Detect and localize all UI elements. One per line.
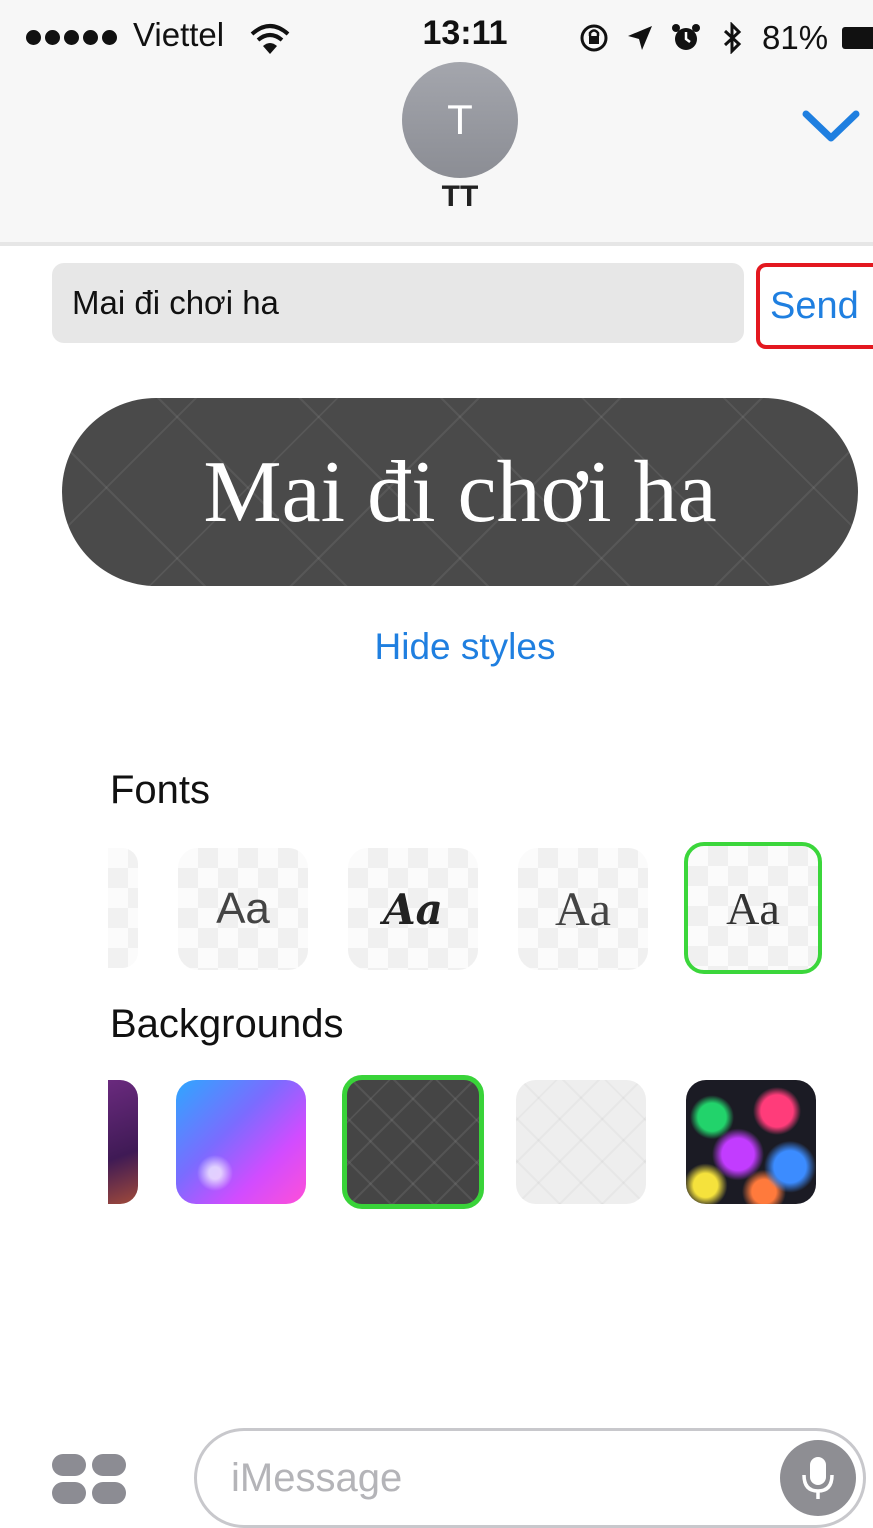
signal-strength-icon [26,30,117,45]
font-option-sans[interactable]: Aa [178,848,308,970]
preview-text: Mai đi chơi ha [203,443,717,541]
rotation-lock-icon [580,24,608,52]
backgrounds-section-title: Backgrounds [110,1002,344,1046]
status-time: 13:11 [422,14,508,52]
font-option-label: Aa [555,882,611,936]
font-option-label: Aa [726,882,780,934]
background-option-purple-nebula[interactable] [108,1080,138,1204]
microphone-icon[interactable] [780,1440,856,1516]
fonts-section-title: Fonts [110,768,211,812]
hide-styles-button[interactable]: Hide styles [300,626,630,668]
background-option-blue-pink-galaxy[interactable] [176,1080,306,1204]
contact-name[interactable]: TT [380,180,540,214]
battery-icon [842,27,873,49]
imessage-input[interactable]: iMessage [194,1428,866,1528]
bluetooth-icon [723,22,742,54]
font-option-serif-selected[interactable]: Aa [684,842,822,974]
message-compose-field[interactable]: Mai đi chơi ha [52,263,744,343]
wifi-icon [250,24,290,54]
message-preview-bubble: Mai đi chơi ha [62,398,858,586]
location-arrow-icon [628,26,652,50]
background-option-light-pattern[interactable] [516,1080,646,1204]
font-option-partial[interactable] [108,848,138,968]
background-option-rainbow-bokeh[interactable] [686,1080,816,1204]
alarm-icon [672,24,700,50]
send-button[interactable]: Send [756,263,873,349]
microphone-glyph [802,1457,834,1499]
background-option-dark-skull-pattern-selected[interactable] [342,1075,484,1209]
app-drawer-icon[interactable] [50,1452,126,1506]
font-option-label: Aa [216,884,270,933]
conversation-header: Viettel 13:11 81% T TT [0,0,873,246]
carrier-name: Viettel [133,16,225,53]
status-bar: Viettel 13:11 81% [0,0,873,70]
contact-avatar[interactable]: T [402,62,518,178]
chevron-down-icon[interactable] [800,100,862,152]
font-option-script[interactable]: Aa [348,848,478,970]
status-indicators: 81% [578,18,873,58]
font-option-label: Aa [383,884,443,934]
battery-percentage: 81% [762,19,829,56]
font-option-serif[interactable]: Aa [518,848,648,970]
